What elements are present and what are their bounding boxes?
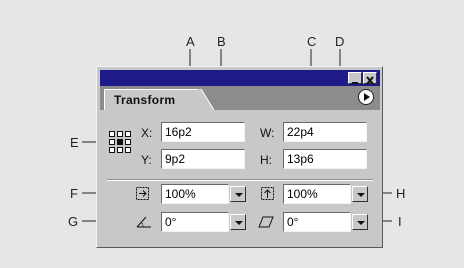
- reference-point-grid-icon[interactable]: [109, 131, 131, 153]
- width-field[interactable]: 22p4: [283, 122, 367, 142]
- transform-panel: Transform X: 16p2 Y: 9p2 W: 22p4 H: 13p6…: [96, 66, 383, 248]
- panel-menu-icon[interactable]: [358, 89, 374, 105]
- title-bar[interactable]: [100, 70, 380, 86]
- scale-x-field[interactable]: 100%: [161, 184, 229, 204]
- w-label: W:: [260, 126, 275, 140]
- callout-d: D: [335, 34, 345, 49]
- y-label: Y:: [141, 153, 152, 167]
- shear-field[interactable]: 0°: [283, 212, 351, 232]
- callout-b: B: [217, 34, 226, 49]
- scale-y-combo[interactable]: 100%: [283, 184, 369, 204]
- x-position-field[interactable]: 16p2: [161, 122, 245, 142]
- rotation-field[interactable]: 0°: [161, 212, 229, 232]
- tab-strip: Transform: [100, 86, 380, 110]
- x-label: X:: [141, 126, 153, 140]
- scale-x-combo[interactable]: 100%: [161, 184, 247, 204]
- height-field[interactable]: 13p6: [283, 149, 367, 169]
- scale-y-icon: [261, 187, 274, 200]
- shear-combo[interactable]: 0°: [283, 212, 369, 232]
- scale-y-field[interactable]: 100%: [283, 184, 351, 204]
- tab-transform-label: Transform: [114, 93, 176, 107]
- chevron-down-icon[interactable]: [352, 186, 368, 202]
- rotate-icon: [136, 216, 151, 228]
- panel-divider: [107, 179, 373, 181]
- chevron-down-icon[interactable]: [230, 214, 246, 230]
- y-position-field[interactable]: 9p2: [161, 149, 245, 169]
- shear-icon: [258, 216, 274, 228]
- callout-e: E: [70, 135, 79, 150]
- close-icon[interactable]: [363, 72, 377, 85]
- chevron-down-icon[interactable]: [230, 186, 246, 202]
- chevron-down-icon[interactable]: [352, 214, 368, 230]
- callout-h: H: [396, 186, 406, 201]
- minimize-icon[interactable]: [348, 72, 362, 84]
- callout-f: F: [70, 186, 78, 201]
- callout-c: C: [307, 34, 317, 49]
- tab-transform[interactable]: Transform: [104, 89, 198, 110]
- callout-g: G: [68, 214, 79, 229]
- callout-a: A: [186, 34, 195, 49]
- rotation-combo[interactable]: 0°: [161, 212, 247, 232]
- scale-x-icon: [136, 187, 149, 200]
- tab-slant: [198, 89, 214, 110]
- callout-i: I: [398, 214, 402, 229]
- h-label: H:: [260, 153, 272, 167]
